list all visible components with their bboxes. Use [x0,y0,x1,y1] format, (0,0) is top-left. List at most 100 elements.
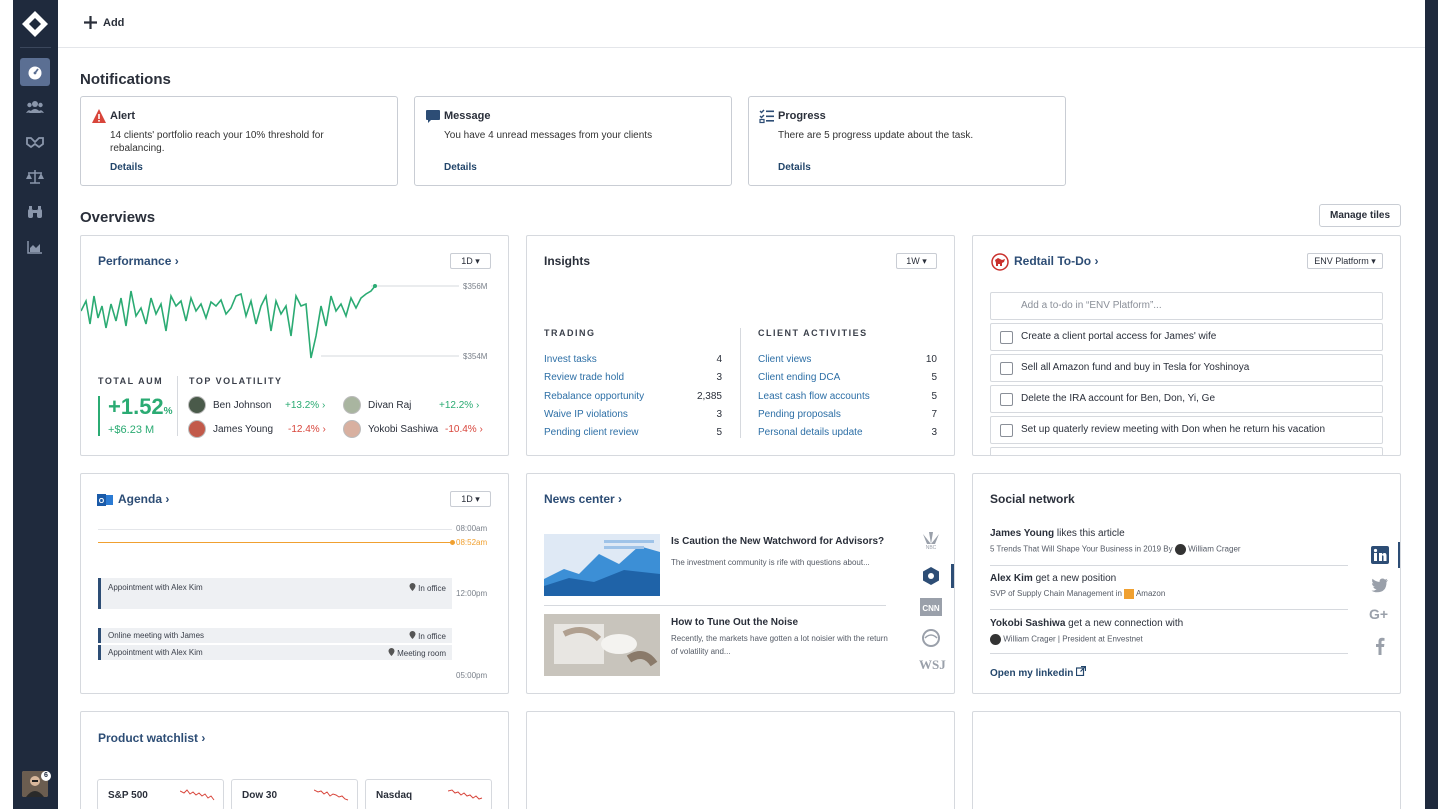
todo-item[interactable]: Set up quaterly review meeting with Don … [990,416,1383,444]
volatility-name[interactable]: James Young [213,424,273,435]
sidebar-item-balance[interactable] [20,163,50,191]
social-activity-detail: SVP of Supply Chain Management in Amazon [990,589,1166,599]
redtail-dog-icon [991,253,1009,271]
source-active-indicator [951,564,954,588]
sidebar-item-clients[interactable] [20,93,50,121]
volatility-change: +13.2% › [285,400,326,411]
empty-tile [526,711,955,809]
client-activity-value: 5 [931,372,937,383]
todo-input[interactable]: Add a to-do in “ENV Platform”... [990,292,1383,320]
sidebar: 6 [13,0,58,809]
news-headline[interactable]: Is Caution the New Watchword for Advisor… [671,536,884,547]
overviews-title: Overviews [80,209,156,226]
social-activity-detail: 5 Trends That Will Shape Your Business i… [990,544,1241,555]
sidebar-divider [20,47,51,48]
empty-tile [972,711,1401,809]
insights-range-select[interactable]: 1W ▾ [896,253,937,269]
performance-card: Performance › 1D ▾ $356M $354M TOTAL AUM… [80,235,509,456]
trading-item[interactable]: Waive IP violations [544,409,628,420]
client-activity-item[interactable]: Client ending DCA [758,372,840,383]
social-activity[interactable]: James Young likes this article [990,528,1125,539]
sidebar-item-handshake[interactable] [20,128,50,156]
sidebar-item-reports[interactable] [20,233,50,261]
todo-item[interactable]: Create a client portal access for James'… [990,323,1383,351]
location-pin-icon [409,631,416,639]
linkedin-icon[interactable] [1371,546,1389,564]
wsj-source-icon[interactable]: WSJ [919,657,946,673]
social-divider [990,609,1348,610]
appointment-location: In office [409,583,446,593]
google-plus-icon[interactable]: G+ [1369,606,1388,622]
client-activity-item[interactable]: Pending proposals [758,409,841,420]
trading-item[interactable]: Rebalance opportunity [544,391,644,402]
todo-item[interactable] [990,447,1383,455]
appointment[interactable]: Online meeting with James In office [98,628,452,643]
news-thumbnail[interactable] [544,614,660,676]
appointment[interactable]: Appointment with Alex Kim In office [98,578,452,609]
social-activity[interactable]: Yokobi Sashiwa get a new connection with [990,618,1183,629]
client-activity-item[interactable]: Personal details update [758,427,863,438]
todo-item[interactable]: Sell all Amazon fund and buy in Tesla fo… [990,354,1383,382]
sidebar-item-research[interactable] [20,198,50,226]
reuters-source-icon[interactable] [921,566,941,586]
watchlist-title[interactable]: Product watchlist › [98,731,205,745]
trading-item[interactable]: Invest tasks [544,354,597,365]
news-thumbnail[interactable] [544,534,660,596]
cnn-source-icon[interactable]: CNN [920,598,942,616]
news-center-card: News center › Is Caution the New Watchwo… [526,473,955,694]
svg-text:CNN: CNN [922,604,940,613]
open-linkedin-link[interactable]: Open my linkedin [990,665,1087,679]
y-axis-top-label: $356M [463,282,488,291]
alert-title: Alert [110,110,136,122]
platform-select[interactable]: ENV Platform ▾ [1307,253,1383,269]
handshake-icon [26,137,44,149]
news-divider [544,605,886,606]
ticker-dow30[interactable]: Dow 30 [231,779,358,809]
agenda-range-select[interactable]: 1D ▾ [450,491,491,507]
todo-item[interactable]: Delete the IRA account for Ben, Don, Yi,… [990,385,1383,413]
volatility-name[interactable]: Ben Johnson [213,400,271,411]
volatility-name[interactable]: Yokobi Sashiwa [368,424,438,435]
client-activity-item[interactable]: Client views [758,354,811,365]
binoculars-icon [28,206,42,218]
message-details-link[interactable]: Details [444,162,477,173]
todo-checkbox[interactable] [1000,331,1013,344]
facebook-icon[interactable] [1375,637,1385,655]
avatar [990,634,1001,645]
social-activity[interactable]: Alex Kim get a new position [990,573,1116,584]
progress-title: Progress [778,110,826,122]
trading-value: 3 [716,372,722,383]
ap-source-icon[interactable] [920,628,942,648]
ticker-sp500[interactable]: S&P 500 [97,779,224,809]
performance-title[interactable]: Performance › [98,254,179,268]
logo-icon[interactable] [21,10,49,38]
todo-checkbox[interactable] [1000,362,1013,375]
appointment[interactable]: Appointment with Alex Kim Meeting room [98,645,452,660]
svg-text:O: O [99,498,105,505]
time-label: 05:00pm [456,671,488,680]
appointment-location: In office [409,631,446,641]
trading-item[interactable]: Review trade hold [544,372,624,383]
nbc-source-icon[interactable]: NBC [919,532,943,550]
aum-indicator-bar [98,396,100,436]
news-headline[interactable]: How to Tune Out the Noise [671,617,798,628]
ticker-nasdaq[interactable]: Nasdaq [365,779,492,809]
trading-item[interactable]: Pending client review [544,427,639,438]
client-activity-item[interactable]: Least cash flow accounts [758,391,870,402]
todo-checkbox[interactable] [1000,393,1013,406]
news-title[interactable]: News center › [544,492,622,506]
twitter-icon[interactable] [1371,578,1389,593]
sidebar-item-dashboard[interactable] [20,58,50,86]
todo-checkbox[interactable] [1000,424,1013,437]
agenda-title[interactable]: Agenda › [118,492,169,506]
performance-range-select[interactable]: 1D ▾ [450,253,491,269]
volatility-name[interactable]: Divan Raj [368,400,411,411]
social-title: Social network [990,492,1075,506]
client-activity-value: 5 [931,391,937,402]
checklist-icon [759,109,774,124]
progress-details-link[interactable]: Details [778,162,811,173]
add-button[interactable]: Add [84,16,124,29]
alert-details-link[interactable]: Details [110,162,143,173]
redtail-title[interactable]: Redtail To-Do › [1014,254,1098,268]
manage-tiles-button[interactable]: Manage tiles [1319,204,1401,227]
